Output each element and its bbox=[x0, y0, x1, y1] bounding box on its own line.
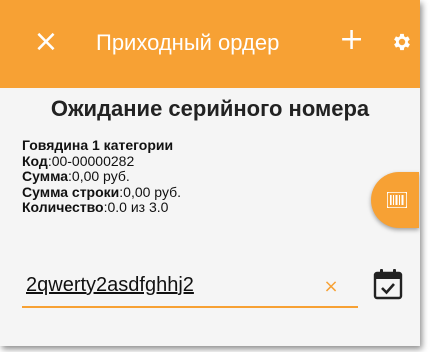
close-icon[interactable]: × bbox=[32, 27, 60, 57]
clear-input-icon[interactable]: × bbox=[323, 278, 339, 296]
gear-icon[interactable] bbox=[391, 31, 413, 53]
main-content: Ожидание серийного номера Говядина 1 кат… bbox=[0, 88, 420, 346]
plus-icon[interactable]: + bbox=[339, 24, 364, 56]
scan-button[interactable] bbox=[371, 172, 419, 228]
line-sum-label: Сумма строки bbox=[22, 183, 120, 200]
product-name: Говядина 1 категории bbox=[22, 137, 174, 153]
app-window: × Приходный ордер + Ожидание серийного н… bbox=[0, 0, 420, 346]
barcode-icon bbox=[387, 192, 407, 208]
app-bar: × Приходный ордер + bbox=[0, 0, 420, 88]
code-label: Код bbox=[22, 152, 48, 169]
code-row: Код:00-00000282 bbox=[22, 152, 181, 170]
input-underline bbox=[22, 306, 358, 308]
calendar-check-icon[interactable] bbox=[373, 268, 403, 300]
quantity-label: Количество bbox=[22, 199, 104, 215]
quantity-row: Количество:0.0 из 3.0 bbox=[22, 199, 181, 216]
serial-input-value[interactable]: 2qwerty2asdfghhj2 bbox=[26, 274, 194, 297]
sum-value: :0,00 руб. bbox=[68, 168, 130, 184]
screen-heading: Ожидание серийного номера bbox=[50, 96, 370, 121]
code-value: :00-00000282 bbox=[47, 152, 135, 169]
line-sum-value: :0,00 руб. bbox=[119, 183, 182, 200]
sum-label: Сумма bbox=[22, 168, 69, 184]
product-details: Говядина 1 категории Код:00-00000282 Сум… bbox=[22, 137, 182, 216]
sum-row: Сумма:0,00 руб. bbox=[22, 168, 181, 185]
page-title: Приходный ордер bbox=[96, 30, 280, 55]
serial-input-field[interactable]: 2qwerty2asdfghhj2 bbox=[22, 266, 358, 312]
line-sum-row: Сумма строки:0,00 руб. bbox=[22, 183, 182, 201]
quantity-value: :0.0 из 3.0 bbox=[103, 199, 169, 215]
